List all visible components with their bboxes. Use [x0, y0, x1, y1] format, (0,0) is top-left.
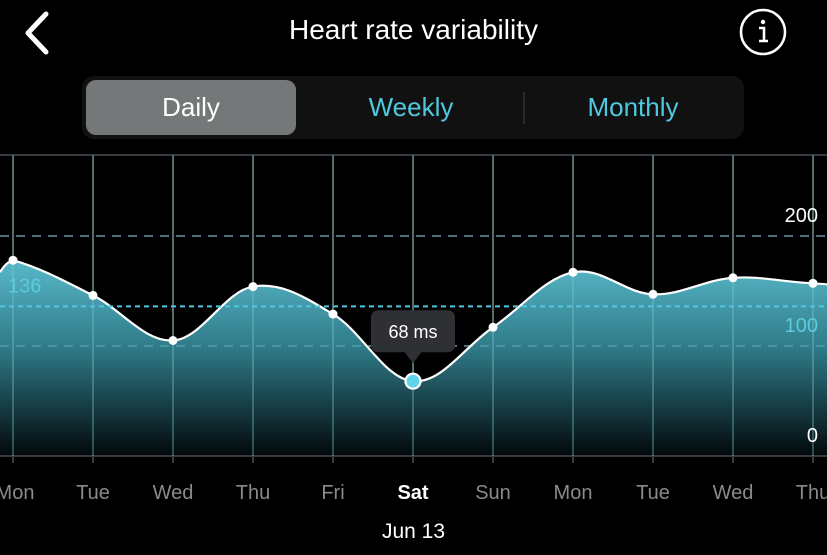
data-point[interactable]: [808, 278, 818, 288]
average-label: 136: [8, 275, 41, 297]
x-tick-label[interactable]: Wed: [153, 482, 194, 504]
data-point[interactable]: [568, 267, 578, 277]
x-tick-label[interactable]: Thu: [796, 482, 827, 504]
data-point[interactable]: [8, 255, 18, 265]
data-point[interactable]: [168, 336, 178, 345]
selected-data-point[interactable]: [404, 372, 422, 390]
x-tick-label[interactable]: Sat: [397, 482, 428, 504]
x-tick-label[interactable]: Tue: [76, 482, 110, 504]
x-tick-label[interactable]: Mon: [0, 482, 34, 504]
x-tick-label[interactable]: Thu: [236, 482, 270, 504]
x-tick-label[interactable]: Tue: [636, 482, 670, 504]
selected-date: Jun 13: [381, 520, 446, 543]
y-tick-label: 0: [807, 425, 818, 447]
tooltip-arrow: [404, 351, 422, 364]
x-tick-label[interactable]: Fri: [321, 482, 344, 504]
y-tick-label: 100: [785, 315, 818, 337]
data-point[interactable]: [728, 273, 738, 283]
data-point[interactable]: [248, 282, 258, 292]
tooltip-text: 68 ms: [388, 322, 437, 342]
tooltip: 68 ms: [371, 310, 455, 364]
data-point[interactable]: [488, 322, 498, 332]
y-tick-label: 200: [785, 205, 818, 227]
x-tick-label[interactable]: Sun: [475, 482, 511, 504]
data-point[interactable]: [328, 309, 338, 319]
x-tick-label[interactable]: Mon: [554, 482, 593, 504]
hrv-area-chart: 136 0 100 200 Mon Tue Wed Thu Fri Sat Sun Mon Tue W…: [0, 154, 827, 504]
x-tick-label[interactable]: Wed: [713, 482, 754, 504]
data-point[interactable]: [88, 290, 98, 300]
data-point[interactable]: [648, 289, 658, 299]
